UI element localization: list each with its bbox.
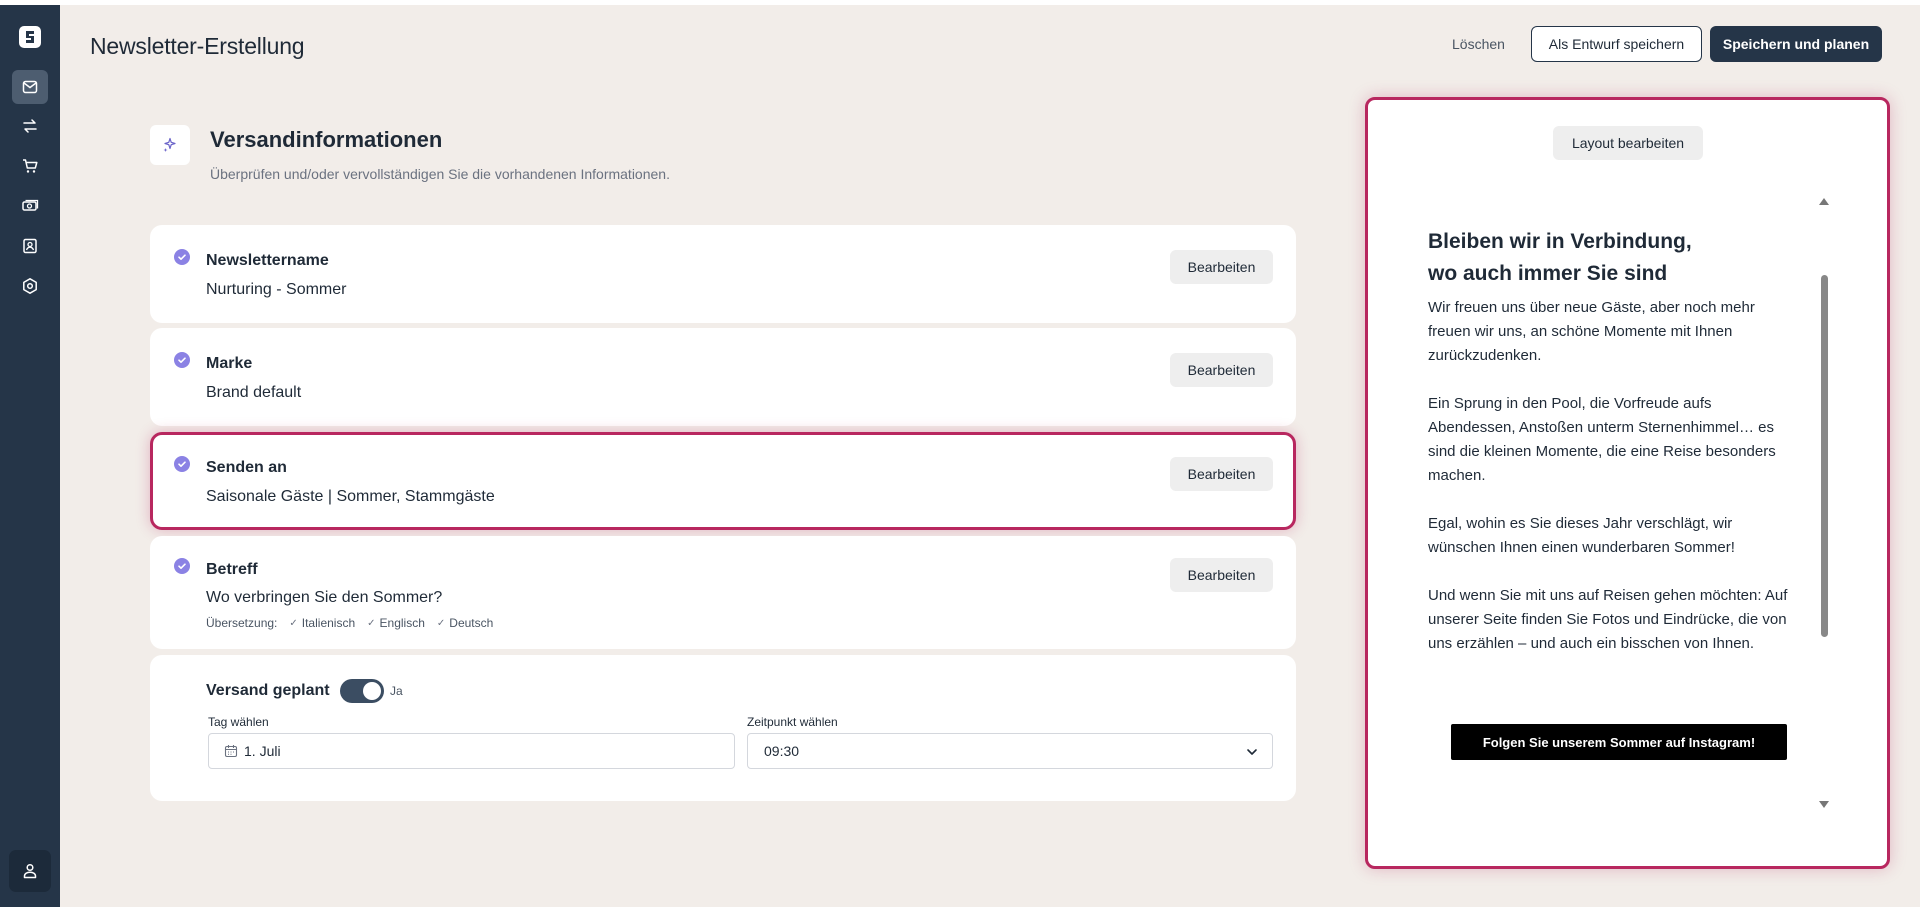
check-icon xyxy=(174,456,190,472)
money-icon xyxy=(22,199,39,211)
mail-icon xyxy=(22,80,38,94)
logo-icon[interactable] xyxy=(19,26,41,48)
toggle-label: Ja xyxy=(390,684,403,698)
toggle-knob xyxy=(363,682,381,700)
sidebar-item-mail[interactable] xyxy=(12,70,48,104)
card-value: Saisonale Gäste | Sommer, Stammgäste xyxy=(206,488,495,505)
brand-card: Marke Brand default Bearbeiten xyxy=(150,328,1296,426)
edit-layout-button[interactable]: Layout bearbeiten xyxy=(1553,126,1703,160)
scroll-down-icon[interactable] xyxy=(1819,801,1829,808)
preview-paragraph: Ein Sprung in den Pool, die Vorfreude au… xyxy=(1428,395,1776,484)
contact-icon xyxy=(23,238,37,254)
translation-item: ✓ Deutsch xyxy=(436,616,494,630)
translation-label: Übersetzung: xyxy=(206,616,278,630)
email-preview-panel: Layout bearbeiten Bleiben wir in Verbind… xyxy=(1365,97,1890,869)
sidebar-item-money[interactable] xyxy=(12,189,48,223)
card-label: Newslettername xyxy=(206,252,329,269)
card-value: Nurturing - Sommer xyxy=(206,281,347,298)
page-title: Newsletter-Erstellung xyxy=(90,33,305,59)
subject-card: Betreff Wo verbringen Sie den Sommer? Be… xyxy=(150,536,1296,649)
section-title: Versandinformationen xyxy=(210,127,443,152)
user-icon xyxy=(23,863,37,879)
day-value: 1. Juli xyxy=(244,743,281,759)
app-window: Newsletter-Erstellung Löschen Als Entwur… xyxy=(0,5,1920,907)
translation-item: ✓ Englisch xyxy=(367,616,425,630)
preview-paragraph: Und wenn Sie mit uns auf Reisen gehen mö… xyxy=(1428,587,1788,652)
time-select[interactable]: 09:30 xyxy=(747,733,1273,769)
schedule-label: Versand geplant xyxy=(206,682,330,699)
transfer-icon xyxy=(23,119,37,133)
sidebar xyxy=(0,5,60,907)
preview-paragraph: Egal, wohin es Sie dieses Jahr verschläg… xyxy=(1428,515,1735,556)
edit-subject-button[interactable]: Bearbeiten xyxy=(1170,558,1273,592)
sidebar-item-transfer[interactable] xyxy=(12,109,48,143)
chevron-down-icon xyxy=(1247,749,1257,755)
sparkle-icon xyxy=(163,137,176,152)
instagram-cta-button[interactable]: Folgen Sie unserem Sommer auf Instagram! xyxy=(1451,724,1787,760)
card-label: Betreff xyxy=(206,561,258,578)
scroll-up-icon[interactable] xyxy=(1819,198,1829,205)
day-input[interactable]: 1. Juli xyxy=(208,733,735,769)
card-value: Wo verbringen Sie den Sommer? xyxy=(206,589,443,606)
settings-icon xyxy=(23,278,37,294)
check-icon xyxy=(174,558,190,574)
check-small-icon: ✓ xyxy=(436,617,446,629)
save-and-schedule-button[interactable]: Speichern und planen xyxy=(1710,26,1882,62)
time-value: 09:30 xyxy=(764,743,800,759)
edit-newsletter-name-button[interactable]: Bearbeiten xyxy=(1170,250,1273,284)
check-small-icon: ✓ xyxy=(289,617,298,629)
newsletter-name-card: Newslettername Nurturing - Sommer Bearbe… xyxy=(150,225,1296,323)
sidebar-item-settings[interactable] xyxy=(12,269,48,303)
calendar-icon xyxy=(224,745,238,758)
check-small-icon: ✓ xyxy=(367,617,376,629)
preview-body: Wir freuen uns über neue Gäste, aber noc… xyxy=(1428,296,1788,680)
delete-button[interactable]: Löschen xyxy=(1440,26,1517,62)
preview-scrollbar[interactable] xyxy=(1819,198,1829,808)
card-label: Marke xyxy=(206,355,253,372)
time-label: Zeitpunkt wählen xyxy=(747,715,838,729)
scroll-thumb[interactable] xyxy=(1821,275,1828,637)
schedule-card: Versand geplant Ja Tag wählen 1. Juli Ze… xyxy=(150,655,1296,801)
section-subtitle: Überprüfen und/oder vervollständigen Sie… xyxy=(210,166,670,182)
section-icon-box xyxy=(150,125,190,165)
translation-item: ✓ Italienisch xyxy=(289,616,356,630)
save-draft-button[interactable]: Als Entwurf speichern xyxy=(1531,26,1702,62)
recipients-card: Senden an Saisonale Gäste | Sommer, Stam… xyxy=(150,432,1296,530)
translation-list: Übersetzung: ✓ Italienisch ✓ Englisch ✓ Deu… xyxy=(206,616,493,630)
card-value: Brand default xyxy=(206,384,302,401)
check-icon xyxy=(174,249,190,265)
day-label: Tag wählen xyxy=(208,715,269,729)
user-menu-button[interactable] xyxy=(9,850,51,892)
preview-title: Bleiben wir in Verbindung, wo auch immer… xyxy=(1428,230,1692,285)
edit-recipients-button[interactable]: Bearbeiten xyxy=(1170,457,1273,491)
cart-icon xyxy=(23,159,38,173)
card-label: Senden an xyxy=(206,459,287,476)
sidebar-item-cart[interactable] xyxy=(12,149,48,183)
schedule-toggle[interactable] xyxy=(340,679,384,703)
edit-brand-button[interactable]: Bearbeiten xyxy=(1170,353,1273,387)
preview-paragraph: Wir freuen uns über neue Gäste, aber noc… xyxy=(1428,299,1755,364)
check-icon xyxy=(174,352,190,368)
sidebar-item-contacts[interactable] xyxy=(12,229,48,263)
